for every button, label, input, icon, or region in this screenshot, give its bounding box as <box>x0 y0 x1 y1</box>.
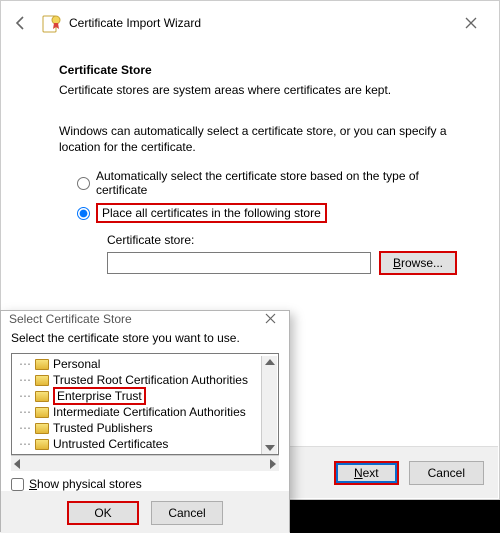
folder-icon <box>35 439 49 450</box>
dialog-message: Select the certificate store you want to… <box>11 331 279 345</box>
dialog-close-icon[interactable] <box>259 311 281 327</box>
wizard-lead: Windows can automatically select a certi… <box>59 123 457 155</box>
dialog-cancel-button[interactable]: Cancel <box>151 501 223 525</box>
radio-auto-select[interactable]: Automatically select the certificate sto… <box>77 169 457 197</box>
folder-icon <box>35 423 49 434</box>
radio-place-label: Place all certificates in the following … <box>96 203 327 223</box>
store-label: Certificate store: <box>107 233 457 247</box>
section-title: Certificate Store <box>59 63 457 77</box>
tree-item-trusted-publishers[interactable]: ⋯Trusted Publishers <box>15 420 261 436</box>
folder-icon <box>35 359 49 370</box>
tree-item-intermediate[interactable]: ⋯Intermediate Certification Authorities <box>15 404 261 420</box>
dialog-ok-button[interactable]: OK <box>67 501 139 525</box>
store-row: Browse... <box>107 251 457 275</box>
tree-item-untrusted[interactable]: ⋯Untrusted Certificates <box>15 436 261 452</box>
section-desc: Certificate stores are system areas wher… <box>59 83 457 97</box>
folder-icon <box>35 407 49 418</box>
cancel-button[interactable]: Cancel <box>409 461 484 485</box>
browse-button[interactable]: Browse... <box>379 251 457 275</box>
radio-auto-input[interactable] <box>77 177 90 190</box>
tree-item-enterprise-trust[interactable]: ⋯Enterprise Trust <box>15 388 261 404</box>
select-store-dialog: Select Certificate Store Select the cert… <box>0 310 290 532</box>
radio-place-input[interactable] <box>77 207 90 220</box>
store-tree[interactable]: ⋯Personal ⋯Trusted Root Certification Au… <box>11 353 279 455</box>
certificate-icon <box>41 12 63 34</box>
close-icon[interactable] <box>451 13 491 33</box>
tree-item-personal[interactable]: ⋯Personal <box>15 356 261 372</box>
radio-auto-label: Automatically select the certificate sto… <box>96 169 457 197</box>
radio-place-all[interactable]: Place all certificates in the following … <box>77 203 457 223</box>
dialog-title: Select Certificate Store <box>9 312 132 326</box>
next-button[interactable]: Next <box>334 461 399 485</box>
crop-black-strip <box>290 500 500 533</box>
certificate-store-input[interactable] <box>107 252 371 274</box>
back-arrow-icon[interactable] <box>9 11 33 35</box>
wizard-body: Certificate Store Certificate stores are… <box>1 45 499 275</box>
show-physical-checkbox[interactable] <box>11 478 24 491</box>
dialog-buttons: OK Cancel <box>1 491 289 533</box>
wizard-title: Certificate Import Wizard <box>69 16 201 30</box>
dialog-body: Select the certificate store you want to… <box>1 327 289 491</box>
tree-item-trusted-root[interactable]: ⋯Trusted Root Certification Authorities <box>15 372 261 388</box>
folder-icon <box>35 391 49 402</box>
tree-horizontal-scrollbar[interactable] <box>11 455 279 471</box>
store-tree-list[interactable]: ⋯Personal ⋯Trusted Root Certification Au… <box>13 356 261 454</box>
show-physical-label: Show physical stores <box>29 477 142 491</box>
tree-vertical-scrollbar[interactable] <box>261 356 277 454</box>
show-physical-stores[interactable]: Show physical stores <box>11 477 279 491</box>
dialog-titlebar: Select Certificate Store <box>1 311 289 327</box>
folder-icon <box>35 375 49 386</box>
wizard-header: Certificate Import Wizard <box>1 1 499 45</box>
